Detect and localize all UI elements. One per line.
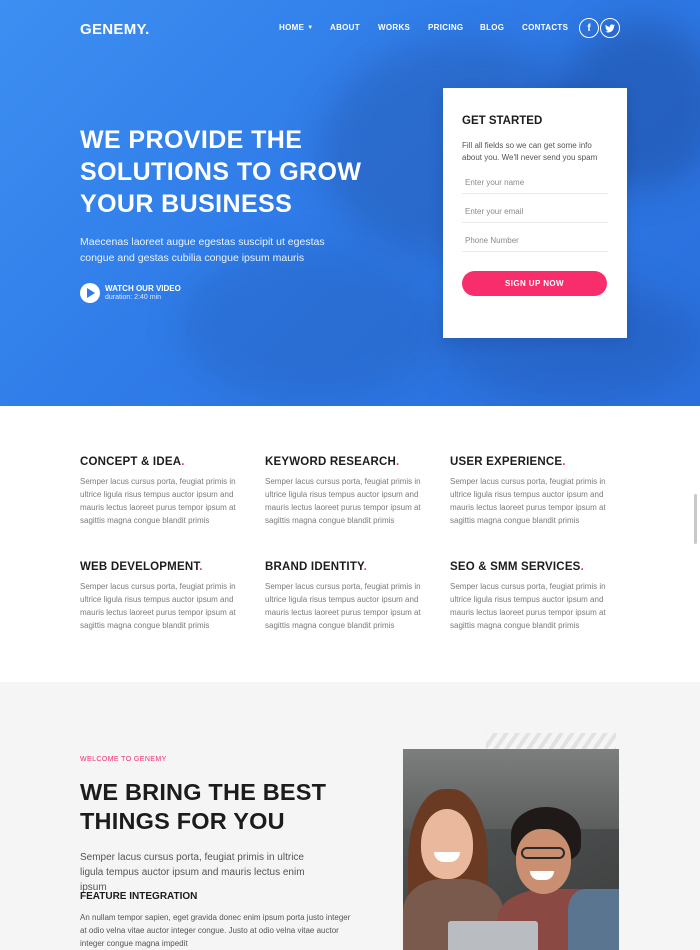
team-photo [403,749,619,950]
video-duration: duration: 2:40 min [105,294,162,301]
service-title: SEO & SMM SERVICES. [450,561,620,573]
service-text: Semper lacus cursus porta, feugiat primi… [265,582,421,630]
chevron-down-icon: ▼ [307,25,314,31]
service-item: KEYWORD RESEARCH. Semper lacus cursus po… [265,456,435,527]
service-item: SEO & SMM SERVICES. Semper lacus cursus … [450,561,620,632]
email-field[interactable] [462,201,608,223]
twitter-icon[interactable] [600,18,620,38]
service-title: USER EXPERIENCE. [450,456,620,468]
accent-dot: . [199,561,203,573]
accent-dot: . [562,456,566,468]
service-title-text: BRAND IDENTITY [265,561,364,573]
service-title-text: WEB DEVELOPMENT [80,561,200,573]
play-icon[interactable] [80,283,100,303]
service-title-text: SEO & SMM SERVICES [450,561,581,573]
scrollbar-thumb[interactable] [694,494,697,544]
accent-dot: . [580,561,584,573]
nav-item-about[interactable]: ABOUT [330,23,360,32]
photo-person-glasses [521,847,565,859]
name-field[interactable] [462,172,608,194]
watch-video-link[interactable]: WATCH OUR VIDEO [105,284,181,293]
accent-dot: . [396,456,400,468]
nav-item-blog[interactable]: BLOG [480,23,504,32]
nav-item-label: HOME [279,23,305,32]
service-text: Semper lacus cursus porta, feugiat primi… [265,477,421,525]
nav-item-home[interactable]: HOME ▼ [279,23,313,32]
service-text: Semper lacus cursus porta, feugiat primi… [80,477,236,525]
signup-form: GET STARTED Fill all fields so we can ge… [443,88,627,338]
hero-subtitle: Maecenas laoreet augue egestas suscipit … [80,236,325,264]
feature-title: FEATURE INTEGRATION [80,891,198,902]
accent-dot: . [181,456,185,468]
service-text: Semper lacus cursus porta, feugiat primi… [450,582,606,630]
service-title: KEYWORD RESEARCH. [265,456,435,468]
service-item: WEB DEVELOPMENT. Semper lacus cursus por… [80,561,250,632]
facebook-icon[interactable]: f [579,18,599,38]
phone-field[interactable] [462,230,608,252]
nav-item-works[interactable]: WORKS [378,23,410,32]
form-title: GET STARTED [462,115,543,127]
service-title-text: CONCEPT & IDEA [80,456,182,468]
photo-person-face [516,829,571,894]
service-item: CONCEPT & IDEA. Semper lacus cursus port… [80,456,250,527]
hero-title: WE PROVIDE THE SOLUTIONS TO GROW YOUR BU… [80,126,362,218]
section-eyebrow: WELCOME TO GENEMY [80,756,167,763]
hero-section: GENEMY. HOME ▼ ABOUT WORKS PRICING BLOG C… [0,0,700,406]
nav-item-contacts[interactable]: CONTACTS [522,23,568,32]
service-item: USER EXPERIENCE. Semper lacus cursus por… [450,456,620,527]
about-title: WE BRING THE BEST THINGS FOR YOU [80,779,327,834]
signup-button[interactable]: SIGN UP NOW [462,271,607,296]
accent-dot: . [363,561,368,573]
service-title: CONCEPT & IDEA. [80,456,250,468]
about-text: Semper lacus cursus porta, feugiat primi… [80,852,305,893]
services-section: CONCEPT & IDEA. Semper lacus cursus port… [0,406,700,682]
service-item: BRAND IDENTITY. Semper lacus cursus port… [265,561,435,632]
form-description: Fill all fields so we can get some info … [462,141,598,162]
service-title-text: USER EXPERIENCE [450,456,563,468]
service-title: BRAND IDENTITY. [265,561,435,573]
service-title: WEB DEVELOPMENT. [80,561,250,573]
hero-background-shade [180,250,440,400]
service-text: Semper lacus cursus porta, feugiat primi… [450,477,606,525]
photo-laptop [448,921,538,950]
twitter-bird-icon [605,23,615,32]
service-text: Semper lacus cursus porta, feugiat primi… [80,582,236,630]
feature-text: An nullam tempor sapien, eget gravida do… [80,913,351,948]
main-nav: HOME ▼ ABOUT WORKS PRICING BLOG CONTACTS … [0,0,700,56]
photo-person-jacket [568,889,619,950]
nav-item-pricing[interactable]: PRICING [428,23,463,32]
photo-person-face [421,809,473,879]
service-title-text: KEYWORD RESEARCH [265,456,396,468]
